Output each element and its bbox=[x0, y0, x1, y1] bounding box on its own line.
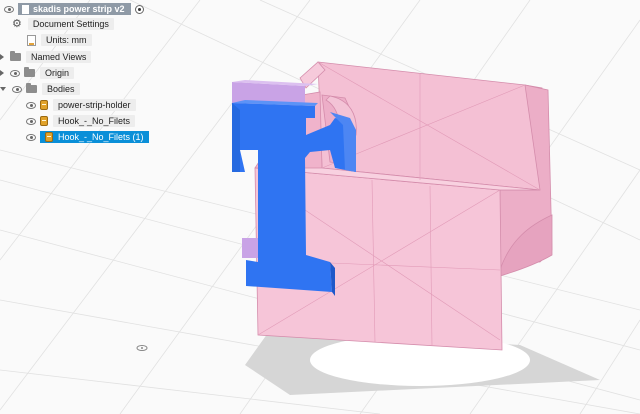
units-document-icon bbox=[27, 34, 36, 46]
body-label: Hook_-_No_Filets (1) bbox=[58, 132, 144, 142]
activate-radio-icon[interactable] bbox=[134, 4, 144, 14]
named-views-label: Named Views bbox=[26, 51, 92, 63]
document-settings-row[interactable]: ⚙ Document Settings bbox=[12, 17, 114, 31]
body-row-hook-1[interactable]: Hook_-_No_Filets (1) bbox=[26, 130, 149, 144]
units-row[interactable]: Units: mm bbox=[27, 33, 92, 47]
units-label: Units: mm bbox=[41, 34, 92, 46]
eye-icon[interactable] bbox=[26, 101, 36, 109]
document-title: skadis power strip v2 bbox=[33, 4, 125, 14]
document-title-chip[interactable]: skadis power strip v2 bbox=[18, 3, 131, 15]
eye-icon[interactable] bbox=[26, 133, 36, 141]
body-label: power-strip-holder bbox=[53, 99, 136, 111]
document-row[interactable]: skadis power strip v2 bbox=[4, 2, 144, 16]
body-row-power-strip-holder[interactable]: power-strip-holder bbox=[26, 98, 136, 112]
gear-icon: ⚙ bbox=[12, 17, 22, 30]
body-row-hook[interactable]: Hook_-_No_Filets bbox=[26, 114, 136, 128]
browser-panel: skadis power strip v2 ⚙ Document Setting… bbox=[0, 0, 160, 150]
bodies-label: Bodies bbox=[42, 83, 80, 95]
body-icon bbox=[40, 116, 48, 126]
document-settings-label: Document Settings bbox=[27, 18, 114, 30]
named-views-row[interactable]: Named Views bbox=[0, 50, 92, 64]
eye-icon[interactable] bbox=[10, 69, 20, 77]
origin-row[interactable]: Origin bbox=[0, 66, 75, 80]
expand-arrow-icon[interactable] bbox=[0, 70, 4, 76]
collapse-arrow-icon[interactable] bbox=[0, 87, 6, 91]
folder-icon bbox=[26, 83, 37, 93]
folder-icon bbox=[10, 51, 21, 61]
selected-body-chip[interactable]: Hook_-_No_Filets (1) bbox=[40, 131, 149, 143]
body-icon bbox=[40, 100, 48, 110]
folder-icon bbox=[24, 67, 35, 77]
expand-arrow-icon[interactable] bbox=[0, 54, 4, 60]
document-icon bbox=[22, 4, 29, 14]
origin-label: Origin bbox=[40, 67, 75, 79]
bodies-row[interactable]: Bodies bbox=[0, 82, 80, 96]
body-icon bbox=[45, 132, 53, 142]
eye-icon[interactable] bbox=[4, 5, 14, 13]
eye-icon[interactable] bbox=[12, 85, 22, 93]
body-label: Hook_-_No_Filets bbox=[53, 115, 136, 127]
origin-marker-icon bbox=[136, 345, 148, 351]
eye-icon[interactable] bbox=[26, 117, 36, 125]
